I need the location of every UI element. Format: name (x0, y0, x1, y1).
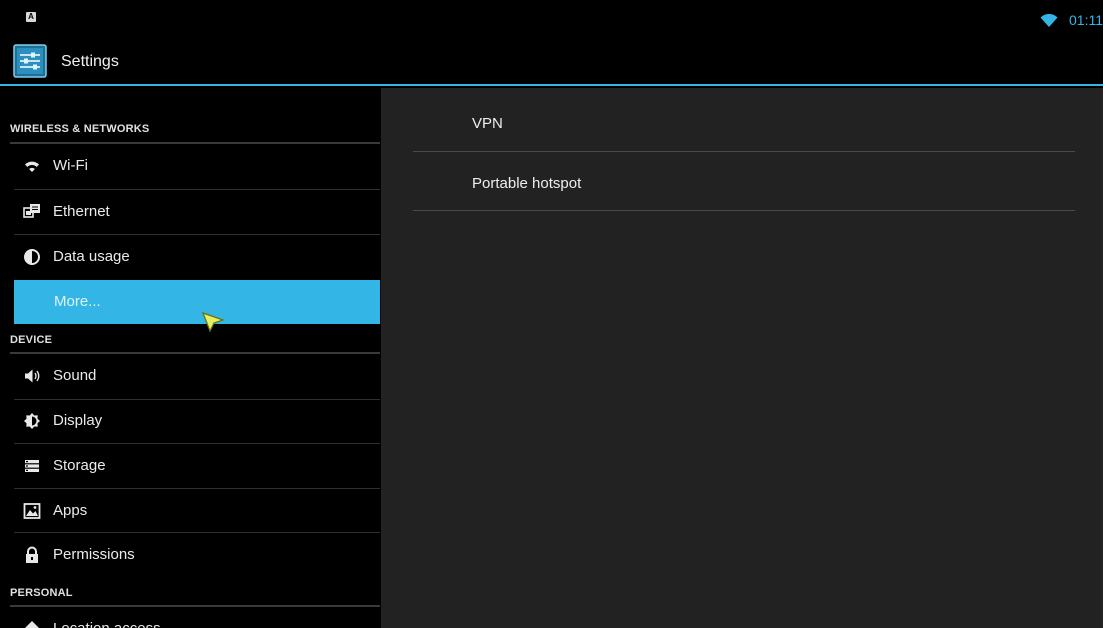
settings-item-label: Sound (53, 367, 97, 384)
settings-item-label: Location access (53, 620, 161, 628)
pref-item-vpn[interactable]: VPN (381, 88, 1043, 146)
pref-item-label: VPN (472, 115, 503, 132)
settings-item-apps[interactable]: Apps (14, 489, 380, 533)
ethernet-icon (23, 204, 40, 218)
settings-list: WIRELESS & NETWORKS Wi-Fi Ethernet Data … (0, 86, 380, 628)
settings-item-label: Display (53, 412, 103, 429)
clock: 01:11 (1069, 12, 1103, 28)
section-header-personal: PERSONAL (10, 587, 73, 599)
detail-pane: VPN Portable hotspot (381, 88, 1103, 628)
settings-sliders-icon[interactable] (13, 44, 47, 78)
pref-item-label: Portable hotspot (472, 175, 582, 192)
settings-item-data-usage[interactable]: Data usage (14, 235, 380, 279)
settings-item-display[interactable]: Display (14, 399, 380, 443)
section-header-wireless: WIRELESS & NETWORKS (10, 123, 150, 135)
location-icon (25, 621, 39, 628)
settings-item-permissions[interactable]: Permissions (14, 533, 380, 577)
status-bar: A 01:11 (0, 0, 1103, 37)
apps-icon (23, 503, 41, 519)
settings-item-label: Data usage (53, 248, 130, 265)
mouse-cursor-icon (201, 312, 225, 333)
settings-item-label: More... (54, 293, 101, 310)
storage-icon (25, 460, 39, 472)
settings-item-location[interactable]: Location access (14, 607, 380, 628)
settings-item-wifi[interactable]: Wi-Fi (14, 144, 380, 188)
page-title: Settings (61, 53, 119, 70)
settings-item-label: Ethernet (53, 203, 110, 220)
item-divider (413, 210, 1075, 211)
lock-icon (26, 546, 38, 563)
settings-item-label: Storage (53, 457, 106, 474)
settings-item-label: Wi-Fi (53, 157, 88, 174)
settings-item-storage[interactable]: Storage (14, 444, 380, 488)
settings-item-label: Permissions (53, 546, 135, 563)
wifi-icon (25, 161, 39, 172)
android-screen: A 01:11 Settings WIRELESS & NETWORKS Wi-… (0, 0, 1103, 628)
settings-item-ethernet[interactable]: Ethernet (14, 190, 380, 234)
wifi-icon (1040, 14, 1058, 27)
settings-item-label: Apps (53, 502, 88, 519)
pref-item-portable-hotspot[interactable]: Portable hotspot (381, 152, 1043, 210)
speaker-icon (25, 369, 40, 383)
section-header-device: DEVICE (10, 334, 53, 346)
settings-item-sound[interactable]: Sound (14, 354, 380, 398)
brightness-icon (24, 413, 40, 429)
data-usage-icon (24, 249, 40, 265)
action-bar: Settings (0, 37, 1103, 86)
notification-icon: A (26, 12, 36, 22)
settings-item-more[interactable]: More... (14, 280, 380, 324)
